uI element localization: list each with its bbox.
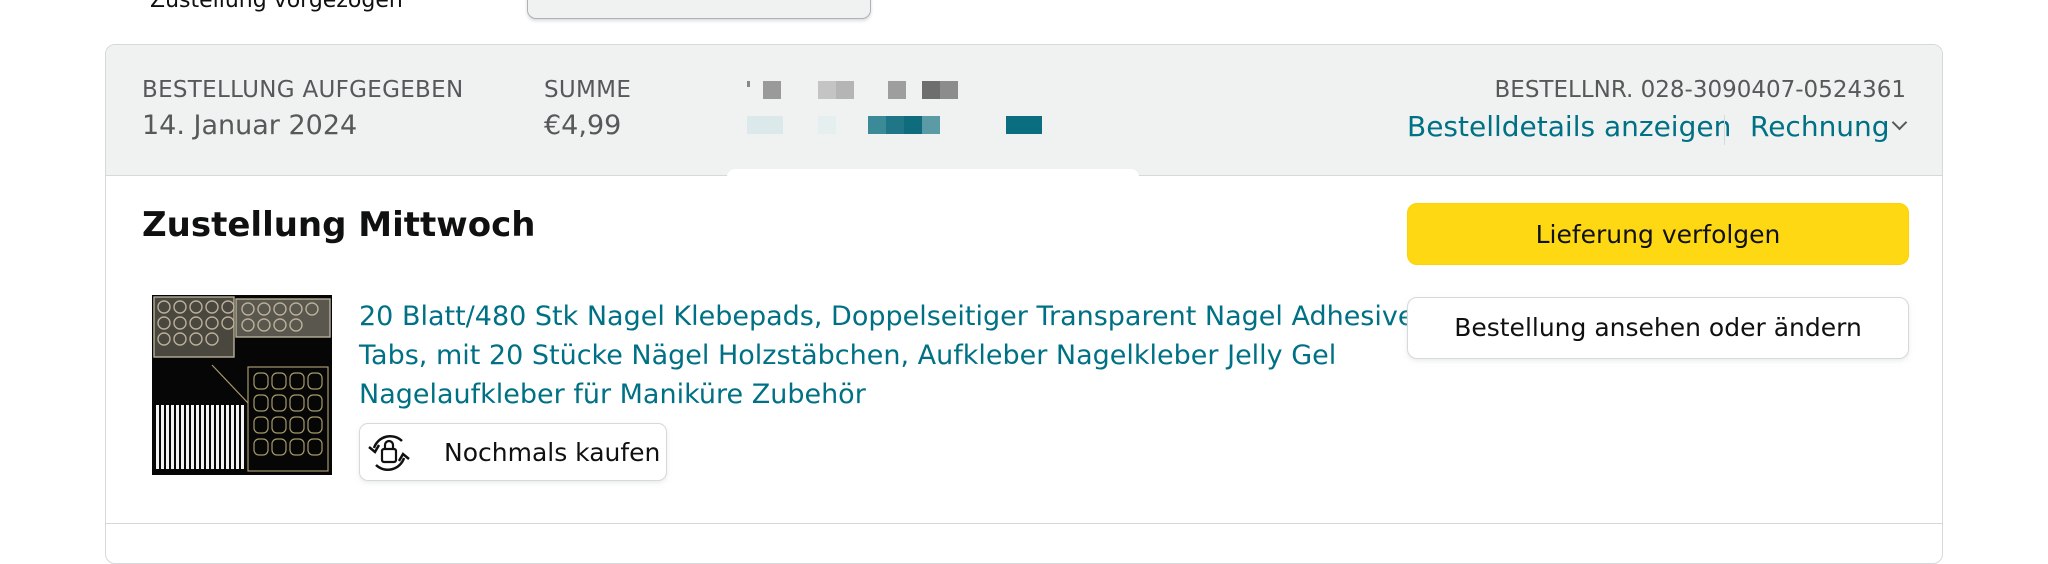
track-package-button[interactable]: Lieferung verfolgen bbox=[1407, 203, 1909, 265]
order-details-link[interactable]: Bestelldetails anzeigen bbox=[1407, 110, 1731, 143]
header-notch bbox=[727, 169, 1139, 179]
buy-again-button[interactable]: Nochmals kaufen bbox=[359, 423, 667, 481]
top-dropdown[interactable] bbox=[527, 0, 871, 19]
chevron-down-icon[interactable] bbox=[1891, 114, 1908, 131]
order-number: BESTELLNR. 028-3090407-0524361 bbox=[1494, 77, 1906, 103]
order-header: BESTELLUNG AUFGEGEBEN 14. Januar 2024 SU… bbox=[106, 45, 1942, 176]
order-card: BESTELLUNG AUFGEGEBEN 14. Januar 2024 SU… bbox=[105, 44, 1943, 564]
invoice-link[interactable]: Rechnung bbox=[1750, 110, 1890, 143]
nail-pads-product-photo bbox=[152, 295, 332, 475]
order-placed-date: 14. Januar 2024 bbox=[142, 110, 358, 141]
buy-again-icon bbox=[368, 434, 410, 472]
view-edit-order-button[interactable]: Bestellung ansehen oder ändern bbox=[1407, 297, 1909, 359]
top-clipped-text: Zustellung vorgezogen bbox=[150, 0, 403, 13]
order-total-value: €4,99 bbox=[544, 110, 622, 141]
header-link-divider bbox=[1724, 115, 1725, 145]
order-placed-label: BESTELLUNG AUFGEGEBEN bbox=[142, 77, 464, 103]
buy-again-label: Nochmals kaufen bbox=[444, 438, 661, 467]
delivery-status-heading: Zustellung Mittwoch bbox=[142, 205, 536, 245]
order-total-label: SUMME bbox=[544, 77, 632, 103]
card-divider bbox=[106, 523, 1942, 524]
product-image[interactable] bbox=[152, 295, 332, 475]
product-title-link[interactable]: 20 Blatt/480 Stk Nagel Klebepads, Doppel… bbox=[359, 297, 1459, 414]
